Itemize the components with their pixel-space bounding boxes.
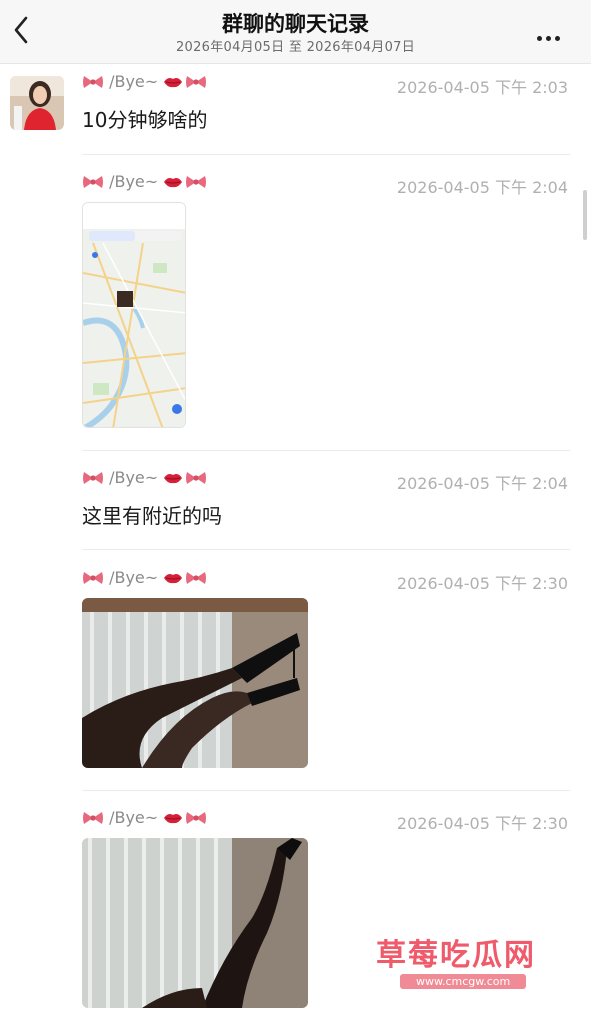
- watermark-url: www.cmcgw.com: [400, 974, 527, 989]
- message-text: 10分钟够啥的: [82, 108, 208, 132]
- sender-name: /Bye~: [82, 568, 207, 587]
- message-time: 2026-04-05 下午 2:04: [396, 178, 568, 197]
- bow-emoji-icon: [186, 812, 207, 824]
- bow-emoji-icon: [83, 176, 103, 188]
- message-time: 2026-04-05 下午 2:04: [396, 474, 568, 493]
- date-range: 2026年04月05日 至 2026年04月07日: [175, 40, 416, 55]
- message-item[interactable]: /Bye~ 2026-04-05 下午 2:03 10分钟够啥的: [82, 72, 568, 133]
- message-text: 这里有附近的吗: [82, 504, 222, 528]
- avatar-image: [10, 76, 64, 130]
- watermark-title: 草莓吃瓜网: [376, 938, 536, 973]
- divider: [82, 549, 570, 550]
- sender-name: /Bye~: [82, 172, 207, 191]
- bow-emoji-icon: [186, 176, 207, 188]
- message-time: 2026-04-05 下午 2:03: [396, 78, 568, 97]
- bow-emoji-icon: [83, 572, 103, 584]
- lips-emoji-icon: [164, 78, 183, 88]
- bow-emoji-icon: [186, 76, 207, 88]
- message-item[interactable]: /Bye~ 2026-04-05 下午 2:04: [82, 172, 568, 197]
- avatar[interactable]: [10, 76, 64, 130]
- photo-image[interactable]: [82, 838, 308, 1008]
- bow-emoji-icon: [186, 472, 207, 484]
- bow-emoji-icon: [83, 812, 103, 824]
- bow-emoji-icon: [83, 76, 103, 88]
- sender-name: /Bye~: [82, 72, 207, 91]
- message-item[interactable]: /Bye~ 2026-04-05 下午 2:04 这里有附近的吗: [82, 468, 568, 529]
- message-item[interactable]: /Bye~ 2026-04-05 下午 2:30: [82, 808, 568, 833]
- bow-emoji-icon: [83, 472, 103, 484]
- photo-image[interactable]: [82, 598, 308, 768]
- lips-emoji-icon: [164, 178, 183, 188]
- sender-name: /Bye~: [82, 808, 207, 827]
- message-time: 2026-04-05 下午 2:30: [396, 814, 568, 833]
- sender-name: /Bye~: [82, 468, 207, 487]
- more-dots-icon: [537, 36, 542, 41]
- divider: [82, 154, 570, 155]
- lips-emoji-icon: [164, 474, 183, 484]
- page-title: 群聊的聊天记录: [222, 12, 369, 36]
- map-screenshot-image[interactable]: [82, 202, 186, 428]
- message-time: 2026-04-05 下午 2:30: [396, 574, 568, 593]
- scrollbar[interactable]: [583, 190, 587, 240]
- watermark: 草莓吃瓜网 www.cmcgw.com: [310, 918, 591, 998]
- chat-history-header: 群聊的聊天记录 2026年04月05日 至 2026年04月07日: [0, 0, 591, 64]
- bow-emoji-icon: [186, 572, 207, 584]
- lips-emoji-icon: [164, 814, 183, 824]
- message-item[interactable]: /Bye~ 2026-04-05 下午 2:30: [82, 568, 568, 593]
- divider: [82, 790, 570, 791]
- divider: [82, 450, 570, 451]
- more-button[interactable]: [537, 26, 567, 41]
- lips-emoji-icon: [164, 574, 183, 584]
